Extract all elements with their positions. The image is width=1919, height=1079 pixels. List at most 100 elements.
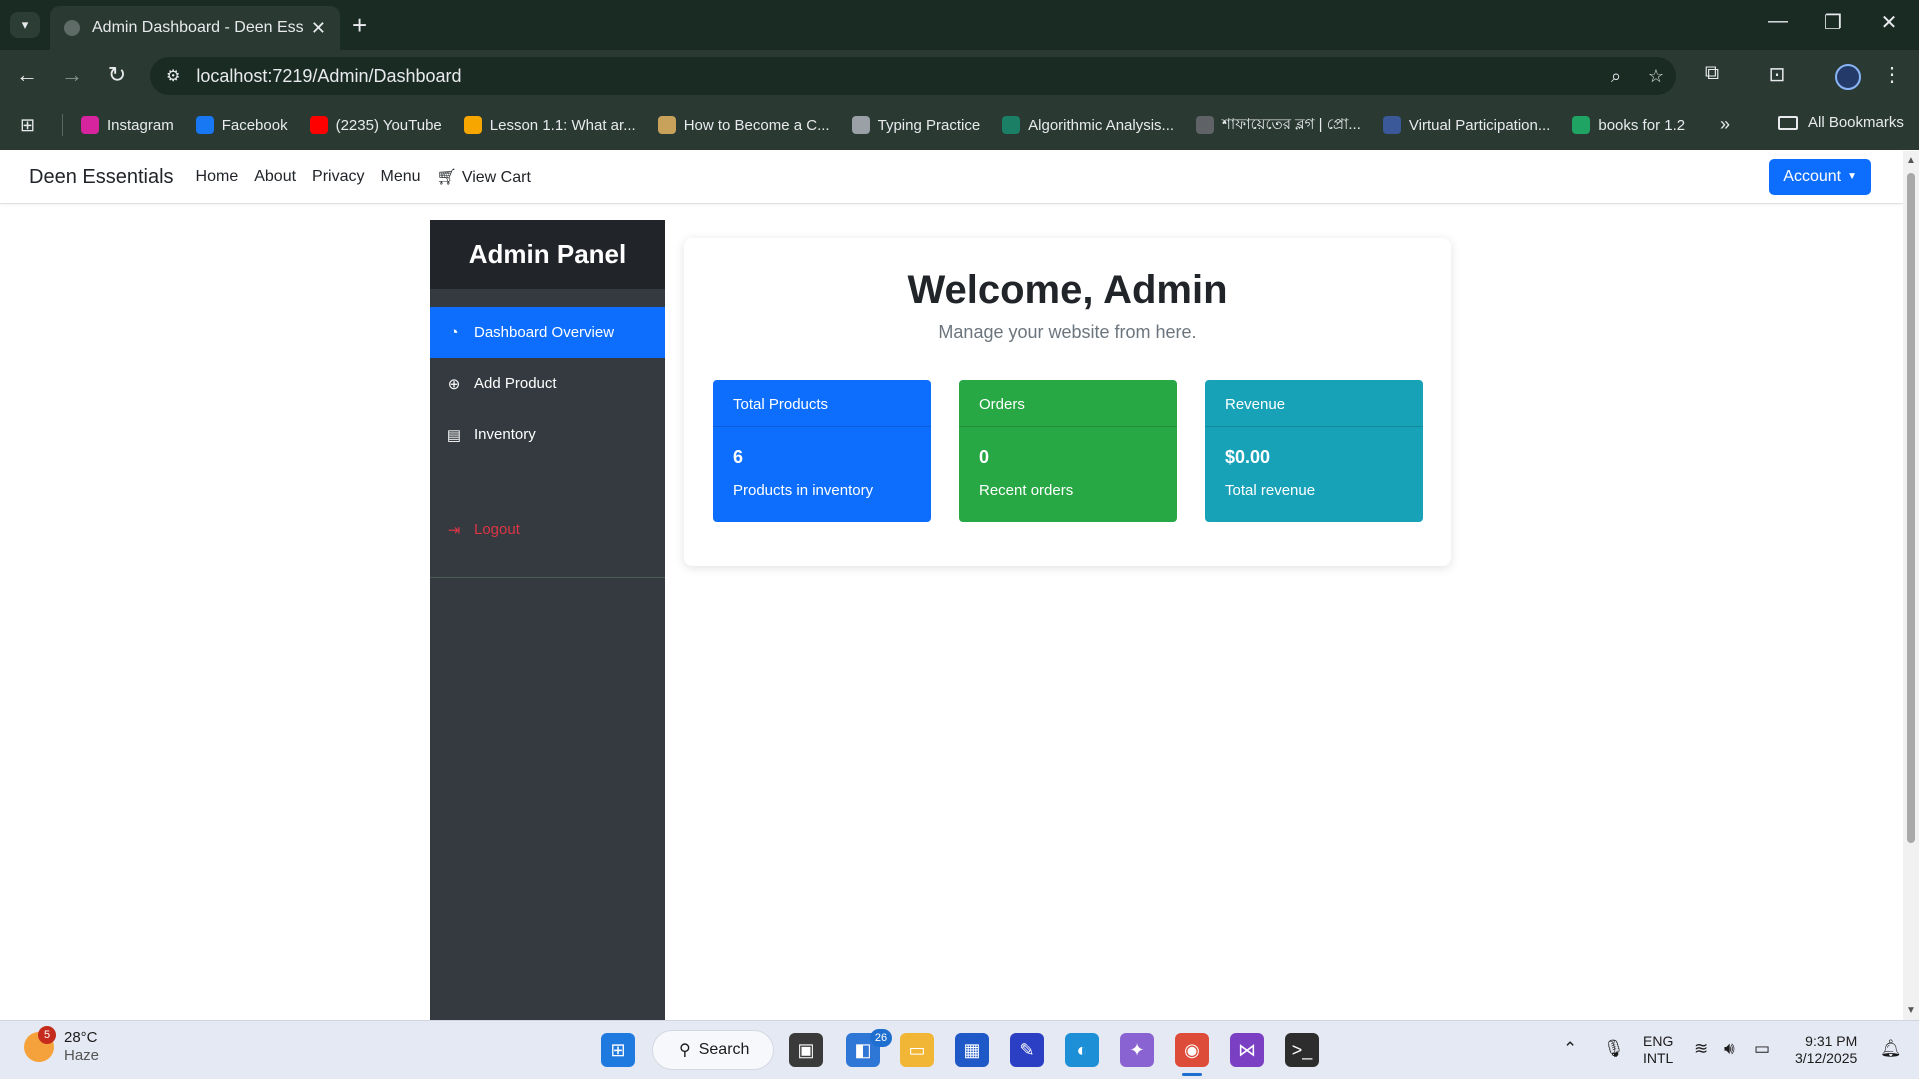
nav-privacy[interactable]: Privacy <box>312 168 364 186</box>
new-tab-icon[interactable]: + <box>352 10 367 41</box>
bookmark-label: Virtual Participation... <box>1408 116 1551 134</box>
boxes-icon: ▤ <box>446 426 462 444</box>
os-taskbar: 5 28°C Haze ⊞ ⚲ Search ▣ ◧ 26 ▭ ▦ ✎ ◐ ✦ … <box>0 1020 1919 1079</box>
instagram-icon <box>81 116 99 134</box>
page-title: Welcome, Admin <box>907 268 1228 312</box>
stat-card-orders: Orders 0 Recent orders <box>959 380 1177 522</box>
screenshot-icon[interactable]: ⊡ <box>1762 62 1792 87</box>
account-dropdown-button[interactable]: Account ▼ <box>1769 159 1871 195</box>
notes-app-icon[interactable]: ✎ <box>1010 1033 1044 1067</box>
forward-icon[interactable]: → <box>57 62 87 88</box>
nav-home[interactable]: Home <box>196 168 239 186</box>
clock-time: 9:31 PM <box>1805 1033 1858 1049</box>
active-tab[interactable]: Admin Dashboard - Deen Essentials ✕ <box>50 6 340 50</box>
sidebar-divider <box>430 577 665 578</box>
taskbar-search-label: Search <box>698 1041 750 1058</box>
taskbar-search[interactable]: ⚲ Search <box>652 1030 774 1070</box>
bookmark-item[interactable]: Instagram <box>81 116 174 134</box>
terminal-icon[interactable]: >_ <box>1285 1033 1319 1067</box>
zoom-icon[interactable]: ⌕ <box>1596 66 1636 87</box>
tab-search-icon[interactable]: ▾ <box>10 12 40 38</box>
tab-close-icon[interactable]: ✕ <box>311 18 326 39</box>
sidebar-item-label: Dashboard Overview <box>474 324 615 341</box>
bookmark-item[interactable]: (2235) YouTube <box>309 116 442 134</box>
sidebar-item-inventory[interactable]: ▤ Inventory <box>430 409 665 460</box>
volume-icon[interactable]: 🔊︎ <box>1724 1039 1735 1059</box>
weather-badge: 5 <box>38 1026 56 1044</box>
browser-toolbar: ← → ↻ ⚙ localhost:7219/Admin/Dashboard ⌕… <box>0 50 1919 100</box>
address-bar[interactable]: ⚙ localhost:7219/Admin/Dashboard ⌕ ☆ <box>150 57 1676 95</box>
visual-studio-icon[interactable]: ⋈ <box>1230 1033 1264 1067</box>
stat-card-value: 0 <box>979 447 990 467</box>
bookmark-item[interactable]: Virtual Participation... <box>1382 116 1551 134</box>
sidebar-item-dashboard-overview[interactable]: ◔ Dashboard Overview <box>430 307 665 358</box>
site-navbar: Deen Essentials Home About Privacy Menu … <box>0 151 1903 204</box>
page-subtitle: Manage your website from here. <box>938 322 1197 342</box>
bookmark-label: Typing Practice <box>877 116 981 134</box>
stat-card-header: Total Products <box>713 380 931 427</box>
edge-icon[interactable]: ◐ <box>1065 1033 1099 1067</box>
nav-about[interactable]: About <box>254 168 296 186</box>
wifi-icon[interactable]: ≋ <box>1694 1039 1708 1059</box>
bookmark-item[interactable]: Lesson 1.1: What ar... <box>463 116 636 134</box>
apps-grid-icon[interactable]: ⊞ <box>20 115 46 136</box>
weather-haze-icon: 5 <box>24 1026 56 1062</box>
google-drive-icon <box>1572 116 1591 134</box>
stat-card-header: Revenue <box>1205 380 1423 427</box>
window-close-icon[interactable]: ✕ <box>1874 10 1904 35</box>
more-bookmarks-icon[interactable]: » <box>1720 114 1730 135</box>
nav-view-cart[interactable]: 🛒︎ View Cart <box>437 167 531 187</box>
minimize-icon[interactable]: — <box>1763 10 1793 33</box>
notifications-icon[interactable]: 🔔︎ <box>1880 1039 1902 1059</box>
chrome-icon[interactable]: ◉ <box>1175 1033 1209 1067</box>
facebook-icon <box>195 116 214 134</box>
bookmark-item[interactable]: Algorithmic Analysis... <box>1002 116 1174 134</box>
url-text[interactable]: localhost:7219/Admin/Dashboard <box>196 66 1596 87</box>
profile-avatar[interactable] <box>1835 64 1861 90</box>
sidebar-title: Admin Panel <box>430 220 665 289</box>
microphone-icon[interactable]: 🎙︎ <box>1603 1039 1625 1059</box>
language-indicator[interactable]: ENG INTL <box>1643 1033 1673 1067</box>
back-icon[interactable]: ← <box>12 62 42 88</box>
bookmark-item[interactable]: How to Become a C... <box>657 116 830 134</box>
scrollbar-thumb[interactable] <box>1907 173 1915 843</box>
weather-widget[interactable]: 5 28°C Haze <box>24 1026 99 1065</box>
bookmark-star-icon[interactable]: ☆ <box>1636 66 1676 87</box>
scroll-down-icon[interactable]: ▼ <box>1906 1005 1916 1016</box>
tray-overflow-icon[interactable]: ⌃ <box>1563 1039 1577 1059</box>
shopping-cart-icon: 🛒︎ <box>436 169 457 186</box>
all-bookmarks-label: All Bookmarks <box>1808 114 1904 131</box>
globe-icon <box>1196 116 1215 134</box>
sidebar-item-label: Add Product <box>474 375 557 392</box>
bookmark-label: (2235) YouTube <box>335 116 442 134</box>
scroll-up-icon[interactable]: ▲ <box>1906 155 1916 166</box>
stat-card-description: Total revenue <box>1225 482 1316 499</box>
bookmarks-list: Instagram Facebook (2235) YouTube Lesson 1.… <box>81 113 1707 138</box>
restore-icon[interactable]: ❐ <box>1818 10 1848 35</box>
task-view-icon[interactable]: ▣ <box>789 1033 823 1067</box>
page-scrollbar[interactable]: ▲ ▼ <box>1903 151 1919 1020</box>
site-info-icon[interactable]: ⚙ <box>166 66 180 86</box>
microsoft-store-icon[interactable]: ▦ <box>955 1033 989 1067</box>
system-clock[interactable]: 9:31 PM 3/12/2025 <box>1795 1033 1857 1067</box>
bookmark-item[interactable]: শাফায়েতের ব্লগ | প্রো... <box>1196 113 1361 138</box>
windows-start-icon[interactable]: ⊞ <box>601 1033 635 1067</box>
bookmark-item[interactable]: Typing Practice <box>851 116 981 134</box>
extensions-icon[interactable]: ⧉ <box>1697 62 1727 85</box>
menu-kebab-icon[interactable]: ⋮ <box>1877 62 1907 87</box>
site-brand[interactable]: Deen Essentials <box>29 166 174 189</box>
bookmark-item[interactable]: Facebook <box>195 116 288 134</box>
bookmark-item[interactable]: books for 1.2 <box>1572 116 1685 134</box>
nav-menu[interactable]: Menu <box>380 168 420 186</box>
sidebar-item-add-product[interactable]: ⊕ Add Product <box>430 358 665 409</box>
dashboard-card: Welcome, Admin Manage your website from … <box>684 238 1451 566</box>
file-explorer-icon[interactable]: ▭ <box>900 1033 934 1067</box>
search-icon: ⚲ <box>679 1042 691 1059</box>
bookmark-label: books for 1.2 <box>1598 116 1686 134</box>
sidebar-item-logout[interactable]: ⇥ Logout <box>430 504 665 555</box>
reload-icon[interactable]: ↻ <box>102 62 132 88</box>
folder-icon <box>1778 115 1798 130</box>
copilot-icon[interactable]: ✦ <box>1120 1033 1154 1067</box>
battery-icon[interactable]: ▭ <box>1754 1039 1770 1059</box>
all-bookmarks-button[interactable]: All Bookmarks <box>1778 114 1904 131</box>
